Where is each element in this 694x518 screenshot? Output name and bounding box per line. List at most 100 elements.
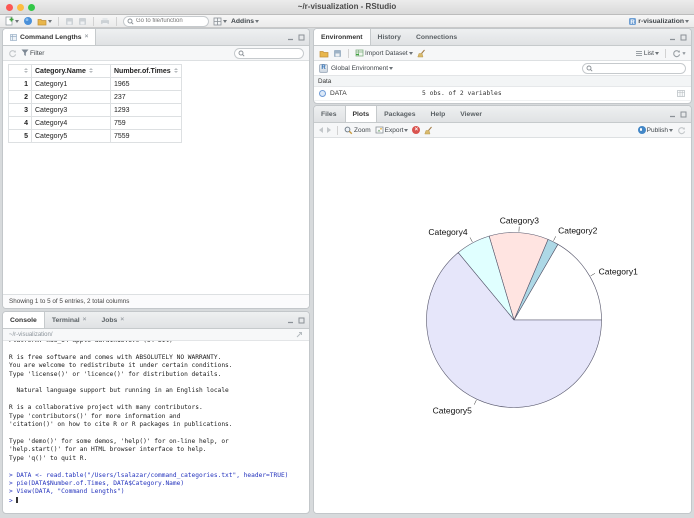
tab-jobs[interactable]: Jobs × [94, 312, 132, 328]
console-output-line: R is free software and comes with ABSOLU… [9, 353, 222, 361]
zoom-label: Zoom [354, 126, 371, 134]
go-to-file-box[interactable] [123, 15, 209, 27]
workspace-panes-button[interactable] [213, 17, 227, 26]
tab-label: Connections [415, 33, 458, 41]
import-dataset-button[interactable]: Import Dataset [355, 49, 413, 57]
row-number-header[interactable] [8, 64, 32, 78]
save-workspace-icon[interactable] [333, 49, 342, 58]
table-cell: 237 [110, 90, 182, 104]
tab-label: History [377, 33, 401, 41]
publish-button[interactable]: Publish [637, 126, 673, 134]
save-icon[interactable] [65, 17, 74, 26]
go-to-file-input[interactable] [136, 18, 205, 24]
table-search-box[interactable] [234, 47, 304, 59]
print-icon[interactable] [100, 17, 110, 26]
zoom-plot-button[interactable]: Zoom [344, 126, 371, 135]
table-row[interactable]: 5 Category5 7559 [8, 129, 182, 143]
table-row[interactable]: 2 Category2 237 [8, 90, 182, 104]
tab-connections[interactable]: Connections [409, 29, 465, 45]
project-cube-icon: R [628, 17, 637, 26]
column-header-category-name[interactable]: Category.Name [31, 64, 111, 78]
table-status-text: Showing 1 to 5 of 5 entries, 2 total col… [9, 298, 130, 305]
refresh-icon[interactable] [8, 49, 17, 58]
tab-console[interactable]: Console [3, 312, 45, 328]
maximize-pane-icon[interactable] [298, 317, 305, 324]
r-logo-icon: R [319, 63, 328, 73]
tab-viewer[interactable]: Viewer [453, 106, 490, 122]
new-file-button[interactable] [5, 16, 19, 26]
table-row[interactable]: 1 Category1 1965 [8, 77, 182, 91]
close-tab-icon[interactable]: × [83, 316, 87, 324]
new-project-icon [23, 16, 33, 26]
pie-slice-label: Category1 [599, 266, 638, 276]
tab-label: Command Lengths [20, 33, 82, 41]
export-plot-button[interactable]: Export [375, 126, 409, 134]
tab-help[interactable]: Help [424, 106, 454, 122]
new-project-button[interactable] [23, 16, 33, 26]
open-file-button[interactable] [37, 17, 52, 26]
environment-search-box[interactable] [582, 62, 686, 74]
tab-environment[interactable]: Environment [314, 29, 371, 45]
column-header-number-of-times[interactable]: Number.of.Times [110, 64, 182, 78]
toolbar-separator [337, 125, 338, 135]
previous-plot-icon[interactable] [319, 127, 323, 133]
table-status-bar: Showing 1 to 5 of 5 entries, 2 total col… [3, 294, 309, 308]
console-output-line: R is a collaborative project with many c… [9, 404, 203, 412]
filter-button[interactable]: Filter [21, 49, 44, 57]
minimize-pane-icon[interactable] [669, 34, 676, 41]
tab-files[interactable]: Files [314, 106, 345, 122]
load-workspace-icon[interactable] [319, 49, 329, 58]
maximize-pane-icon[interactable] [298, 34, 305, 41]
view-table-icon[interactable] [677, 90, 685, 97]
minimize-pane-icon[interactable] [287, 34, 294, 41]
open-in-new-window-icon[interactable] [296, 331, 303, 338]
project-menu-button[interactable]: R r-visualization [628, 17, 689, 26]
close-tab-icon[interactable]: × [85, 33, 89, 41]
refresh-plot-icon[interactable] [677, 126, 686, 135]
clear-plots-broom-icon[interactable] [424, 126, 433, 135]
minimize-pane-icon[interactable] [287, 317, 294, 324]
environment-object-row[interactable]: DATA 5 obs. of 2 variables [314, 87, 691, 101]
save-all-icon[interactable] [78, 17, 87, 26]
tab-label: Console [10, 316, 37, 324]
console-prompt-line[interactable]: > [9, 496, 303, 506]
console-output-area[interactable]: Platform: x86_64-apple-darwin13.6.0 (64-… [3, 341, 309, 513]
tab-plots[interactable]: Plots [344, 106, 378, 122]
toolbar-separator [116, 16, 117, 26]
minimize-pane-icon[interactable] [669, 111, 676, 118]
maximize-pane-icon[interactable] [680, 111, 687, 118]
environment-search-input[interactable] [595, 65, 682, 71]
maximize-pane-icon[interactable] [680, 34, 687, 41]
table-search-input[interactable] [247, 50, 300, 56]
tab-terminal[interactable]: Terminal × [45, 312, 95, 328]
remove-plot-icon[interactable]: × [412, 126, 421, 134]
table-cell: Category2 [31, 90, 111, 104]
main-toolbar: Addins R r-visualization [0, 15, 694, 28]
tab-packages[interactable]: Packages [377, 106, 423, 122]
tab-history[interactable]: History [371, 29, 409, 45]
next-plot-icon[interactable] [327, 127, 331, 133]
toolbar-separator [348, 48, 349, 58]
table-row[interactable]: 4 Category4 759 [8, 116, 182, 130]
list-view-button[interactable]: List [635, 50, 659, 57]
publish-label: Publish [646, 126, 668, 134]
tab-label: Jobs [101, 316, 118, 324]
refresh-environment-button[interactable] [672, 49, 686, 58]
list-icon [635, 50, 643, 57]
project-name-label: r-visualization [638, 17, 684, 25]
tab-command-lengths[interactable]: Command Lengths × [3, 29, 97, 45]
table-cell: Category1 [31, 77, 111, 91]
clear-objects-broom-icon[interactable] [417, 49, 426, 58]
export-icon [375, 126, 384, 134]
addins-button[interactable]: Addins [231, 18, 260, 25]
row-number-cell: 3 [8, 103, 32, 117]
sort-icon [24, 68, 28, 74]
environment-scope-button[interactable]: Global Environment [331, 65, 394, 72]
data-viewer-tabbar: Command Lengths × [3, 29, 309, 46]
column-header-label: Number.of.Times [114, 67, 171, 75]
table-row[interactable]: 3 Category3 1293 [8, 103, 182, 117]
plot-display-area: Category1 Category2 Category3 Category4 Cate… [314, 138, 691, 513]
console-cursor [16, 496, 18, 504]
close-tab-icon[interactable]: × [120, 316, 124, 324]
